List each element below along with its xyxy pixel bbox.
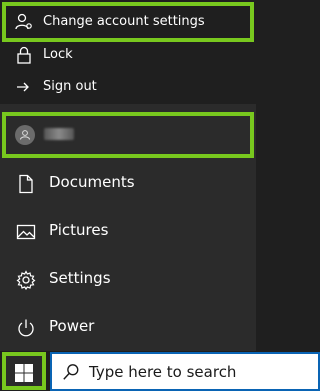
- blurred-username: [44, 128, 74, 140]
- settings-label: Settings: [49, 269, 111, 287]
- document-icon: [19, 174, 33, 194]
- sign-out-item[interactable]: Sign out: [0, 74, 256, 100]
- lock-item[interactable]: Lock: [0, 42, 256, 68]
- user-icon: [20, 130, 30, 140]
- windows-logo-icon: [15, 364, 33, 382]
- pictures-icon: [16, 224, 36, 240]
- documents-item[interactable]: Documents: [0, 160, 256, 208]
- lock-label: Lock: [43, 47, 73, 62]
- gear-icon: [16, 270, 36, 290]
- search-icon: [63, 364, 79, 380]
- sign-out-icon: [17, 82, 29, 92]
- change-account-settings-item[interactable]: Change account settings: [0, 8, 256, 36]
- search-placeholder: Type here to search: [89, 363, 237, 381]
- account-button[interactable]: [0, 112, 256, 160]
- search-box[interactable]: Type here to search: [50, 352, 320, 391]
- pictures-item[interactable]: Pictures: [0, 208, 256, 256]
- power-label: Power: [49, 317, 95, 335]
- documents-label: Documents: [49, 173, 135, 191]
- avatar: [15, 125, 35, 145]
- change-account-settings-label: Change account settings: [43, 14, 205, 29]
- power-icon: [18, 319, 34, 337]
- sign-out-label: Sign out: [43, 79, 97, 94]
- settings-item[interactable]: Settings: [0, 256, 256, 304]
- power-item[interactable]: Power: [0, 304, 256, 352]
- account-flyout: Change account settings Lock Sign out: [0, 0, 256, 104]
- lock-icon: [17, 46, 31, 64]
- user-settings-icon: [15, 13, 32, 30]
- pictures-label: Pictures: [49, 221, 109, 239]
